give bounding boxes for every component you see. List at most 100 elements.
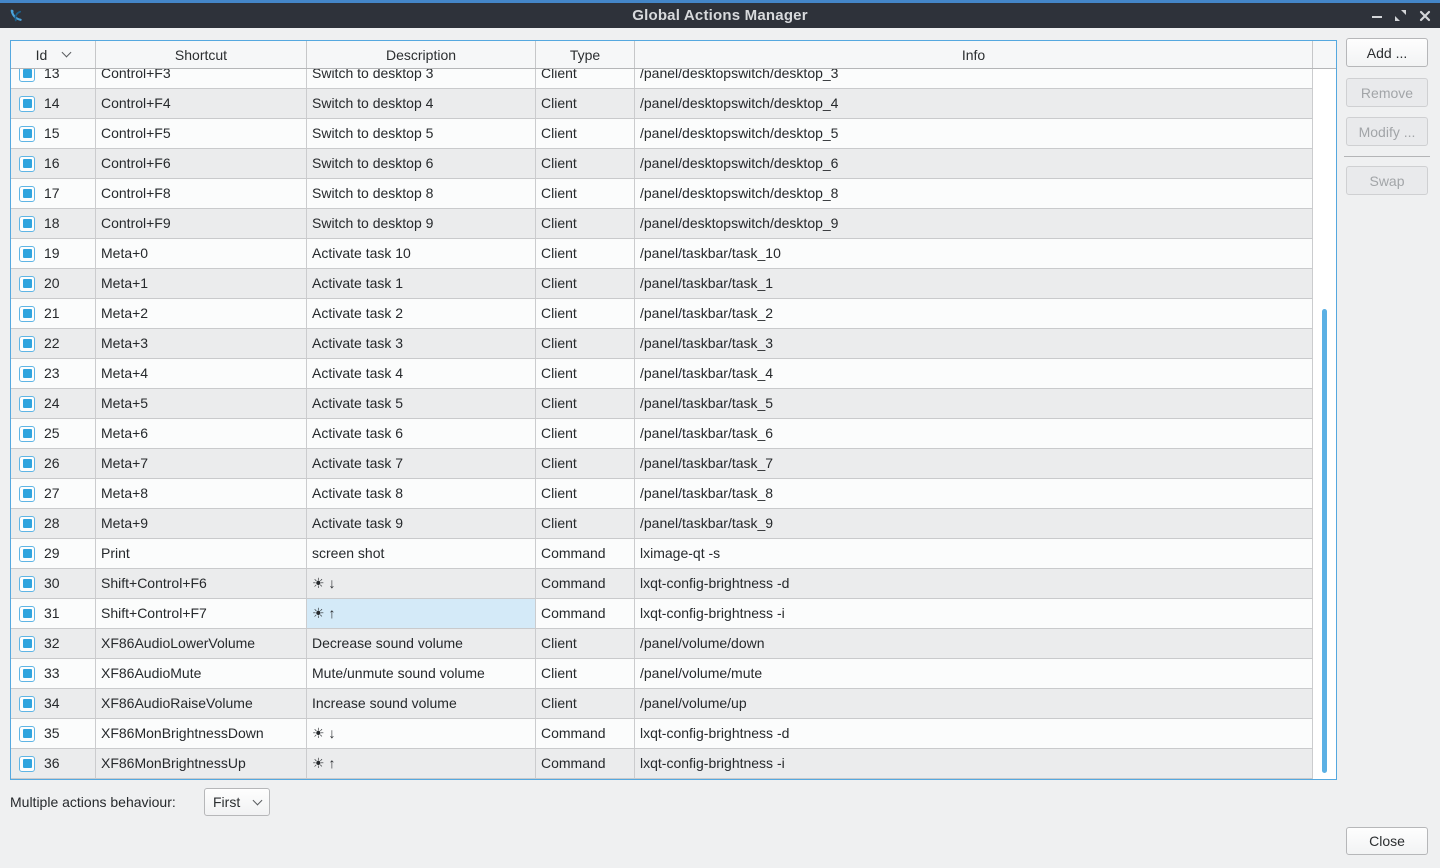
cell-shortcut[interactable]: Meta+0 bbox=[96, 239, 307, 268]
row-enabled-checkbox[interactable] bbox=[19, 186, 35, 202]
maximize-button[interactable] bbox=[1393, 8, 1408, 23]
cell-type[interactable]: Command bbox=[536, 719, 635, 748]
cell-description[interactable]: Activate task 2 bbox=[307, 299, 536, 328]
cell-info[interactable]: /panel/desktopswitch/desktop_8 bbox=[635, 179, 1313, 208]
row-enabled-checkbox[interactable] bbox=[19, 546, 35, 562]
cell-type[interactable]: Client bbox=[536, 269, 635, 298]
cell-shortcut[interactable]: Meta+9 bbox=[96, 509, 307, 538]
cell-type[interactable]: Client bbox=[536, 149, 635, 178]
table-row[interactable]: 33 XF86AudioMute Mute/unmute sound volum… bbox=[11, 659, 1313, 689]
cell-shortcut[interactable]: XF86AudioRaiseVolume bbox=[96, 689, 307, 718]
cell-description[interactable]: screen shot bbox=[307, 539, 536, 568]
cell-type[interactable]: Command bbox=[536, 749, 635, 778]
table-row[interactable]: 17 Control+F8 Switch to desktop 8 Client… bbox=[11, 179, 1313, 209]
cell-shortcut[interactable]: XF86AudioMute bbox=[96, 659, 307, 688]
cell-info[interactable]: /panel/volume/mute bbox=[635, 659, 1313, 688]
column-header-id[interactable]: Id bbox=[11, 41, 96, 68]
cell-type[interactable]: Client bbox=[536, 209, 635, 238]
table-row[interactable]: 26 Meta+7 Activate task 7 Client /panel/… bbox=[11, 449, 1313, 479]
table-row[interactable]: 14 Control+F4 Switch to desktop 4 Client… bbox=[11, 89, 1313, 119]
close-button[interactable]: Close bbox=[1346, 827, 1428, 855]
cell-type[interactable]: Client bbox=[536, 359, 635, 388]
cell-type[interactable]: Client bbox=[536, 179, 635, 208]
cell-description[interactable]: Increase sound volume bbox=[307, 689, 536, 718]
cell-shortcut[interactable]: Shift+Control+F7 bbox=[96, 599, 307, 628]
cell-info[interactable]: /panel/taskbar/task_4 bbox=[635, 359, 1313, 388]
cell-description[interactable]: Activate task 9 bbox=[307, 509, 536, 538]
cell-info[interactable]: /panel/desktopswitch/desktop_5 bbox=[635, 119, 1313, 148]
row-enabled-checkbox[interactable] bbox=[19, 726, 35, 742]
table-row[interactable]: 22 Meta+3 Activate task 3 Client /panel/… bbox=[11, 329, 1313, 359]
cell-shortcut[interactable]: Control+F9 bbox=[96, 209, 307, 238]
cell-shortcut[interactable]: Control+F3 bbox=[96, 69, 307, 88]
cell-description[interactable]: Activate task 7 bbox=[307, 449, 536, 478]
cell-type[interactable]: Client bbox=[536, 419, 635, 448]
cell-type[interactable]: Client bbox=[536, 119, 635, 148]
column-header-info[interactable]: Info bbox=[635, 41, 1313, 68]
cell-description[interactable]: Switch to desktop 5 bbox=[307, 119, 536, 148]
cell-shortcut[interactable]: XF86MonBrightnessUp bbox=[96, 749, 307, 778]
cell-type[interactable]: Client bbox=[536, 689, 635, 718]
cell-shortcut[interactable]: Meta+2 bbox=[96, 299, 307, 328]
cell-description[interactable]: Decrease sound volume bbox=[307, 629, 536, 658]
cell-info[interactable]: /panel/taskbar/task_10 bbox=[635, 239, 1313, 268]
cell-description[interactable]: ☀ ↓ bbox=[307, 719, 536, 748]
cell-description[interactable]: Switch to desktop 6 bbox=[307, 149, 536, 178]
cell-description[interactable]: Activate task 8 bbox=[307, 479, 536, 508]
cell-shortcut[interactable]: XF86MonBrightnessDown bbox=[96, 719, 307, 748]
cell-info[interactable]: lxqt-config-brightness -i bbox=[635, 749, 1313, 778]
cell-description[interactable]: Mute/unmute sound volume bbox=[307, 659, 536, 688]
table-row[interactable]: 15 Control+F5 Switch to desktop 5 Client… bbox=[11, 119, 1313, 149]
cell-type[interactable]: Client bbox=[536, 89, 635, 118]
cell-info[interactable]: /panel/desktopswitch/desktop_9 bbox=[635, 209, 1313, 238]
table-row[interactable]: 35 XF86MonBrightnessDown ☀ ↓ Command lxq… bbox=[11, 719, 1313, 749]
cell-info[interactable]: /panel/taskbar/task_8 bbox=[635, 479, 1313, 508]
cell-info[interactable]: lxqt-config-brightness -d bbox=[635, 569, 1313, 598]
cell-description[interactable]: Activate task 1 bbox=[307, 269, 536, 298]
cell-info[interactable]: lximage-qt -s bbox=[635, 539, 1313, 568]
behaviour-dropdown[interactable]: First bbox=[204, 788, 270, 816]
cell-description[interactable]: ☀ ↑ bbox=[307, 599, 536, 628]
cell-shortcut[interactable]: Meta+7 bbox=[96, 449, 307, 478]
cell-description[interactable]: ☀ ↑ bbox=[307, 749, 536, 778]
remove-button[interactable]: Remove bbox=[1346, 78, 1428, 107]
row-enabled-checkbox[interactable] bbox=[19, 666, 35, 682]
cell-shortcut[interactable]: Meta+4 bbox=[96, 359, 307, 388]
row-enabled-checkbox[interactable] bbox=[19, 366, 35, 382]
table-row[interactable]: 25 Meta+6 Activate task 6 Client /panel/… bbox=[11, 419, 1313, 449]
cell-info[interactable]: lxqt-config-brightness -d bbox=[635, 719, 1313, 748]
cell-description[interactable]: ☀ ↓ bbox=[307, 569, 536, 598]
table-row[interactable]: 13 Control+F3 Switch to desktop 3 Client… bbox=[11, 69, 1313, 89]
cell-shortcut[interactable]: Meta+5 bbox=[96, 389, 307, 418]
cell-description[interactable]: Switch to desktop 8 bbox=[307, 179, 536, 208]
table-row[interactable]: 20 Meta+1 Activate task 1 Client /panel/… bbox=[11, 269, 1313, 299]
row-enabled-checkbox[interactable] bbox=[19, 156, 35, 172]
table-row[interactable]: 34 XF86AudioRaiseVolume Increase sound v… bbox=[11, 689, 1313, 719]
minimize-button[interactable] bbox=[1369, 8, 1384, 23]
cell-info[interactable]: /panel/taskbar/task_6 bbox=[635, 419, 1313, 448]
table-row[interactable]: 21 Meta+2 Activate task 2 Client /panel/… bbox=[11, 299, 1313, 329]
table-row[interactable]: 16 Control+F6 Switch to desktop 6 Client… bbox=[11, 149, 1313, 179]
modify-button[interactable]: Modify ... bbox=[1346, 117, 1428, 146]
cell-type[interactable]: Client bbox=[536, 69, 635, 88]
swap-button[interactable]: Swap bbox=[1346, 166, 1428, 195]
cell-info[interactable]: /panel/volume/down bbox=[635, 629, 1313, 658]
row-enabled-checkbox[interactable] bbox=[19, 306, 35, 322]
cell-info[interactable]: /panel/taskbar/task_1 bbox=[635, 269, 1313, 298]
cell-type[interactable]: Command bbox=[536, 539, 635, 568]
cell-info[interactable]: /panel/desktopswitch/desktop_6 bbox=[635, 149, 1313, 178]
cell-type[interactable]: Client bbox=[536, 239, 635, 268]
row-enabled-checkbox[interactable] bbox=[19, 516, 35, 532]
cell-description[interactable]: Activate task 4 bbox=[307, 359, 536, 388]
cell-type[interactable]: Client bbox=[536, 329, 635, 358]
add-button[interactable]: Add ... bbox=[1346, 38, 1428, 67]
cell-info[interactable]: /panel/volume/up bbox=[635, 689, 1313, 718]
cell-info[interactable]: /panel/taskbar/task_2 bbox=[635, 299, 1313, 328]
cell-shortcut[interactable]: Control+F8 bbox=[96, 179, 307, 208]
row-enabled-checkbox[interactable] bbox=[19, 456, 35, 472]
cell-shortcut[interactable]: Meta+8 bbox=[96, 479, 307, 508]
cell-description[interactable]: Activate task 5 bbox=[307, 389, 536, 418]
row-enabled-checkbox[interactable] bbox=[19, 396, 35, 412]
cell-shortcut[interactable]: Control+F5 bbox=[96, 119, 307, 148]
cell-type[interactable]: Client bbox=[536, 659, 635, 688]
